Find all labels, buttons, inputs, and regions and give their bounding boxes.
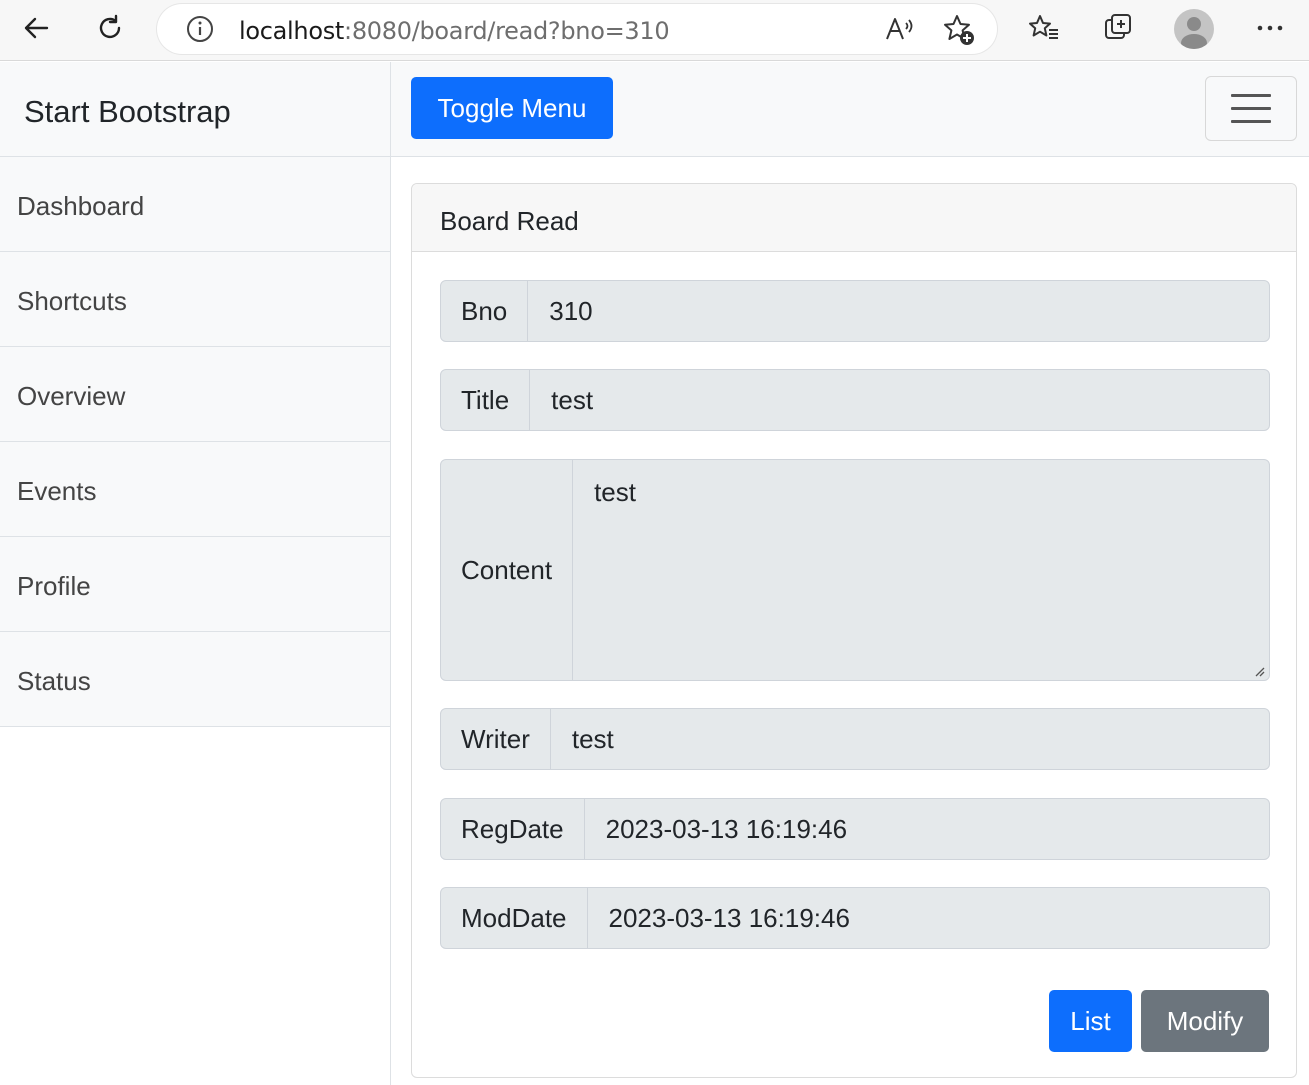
sidebar-item-events[interactable]: Events bbox=[0, 442, 390, 537]
hamburger-icon bbox=[1231, 94, 1271, 97]
favorites-button[interactable] bbox=[1024, 8, 1064, 48]
navbar-toggler-button[interactable] bbox=[1205, 76, 1297, 141]
collections-button[interactable] bbox=[1098, 8, 1138, 48]
content-text: test bbox=[594, 477, 636, 507]
profile-avatar[interactable] bbox=[1174, 9, 1214, 49]
content-label: Content bbox=[441, 460, 574, 680]
bno-group: Bno 310 bbox=[440, 280, 1270, 342]
back-arrow-icon bbox=[24, 17, 49, 39]
sidebar-item-status[interactable]: Status bbox=[0, 632, 390, 727]
title-field[interactable]: test bbox=[530, 370, 1269, 430]
modify-button[interactable]: Modify bbox=[1141, 990, 1269, 1052]
resize-handle-icon[interactable] bbox=[1253, 665, 1265, 677]
site-info-icon[interactable] bbox=[186, 15, 214, 43]
title-group: Title test bbox=[440, 369, 1270, 431]
more-button[interactable] bbox=[1250, 8, 1290, 48]
sidebar-item-dashboard[interactable]: Dashboard bbox=[0, 157, 390, 252]
card-header: Board Read bbox=[412, 184, 1296, 252]
top-navbar: Toggle Menu bbox=[391, 62, 1309, 157]
sidebar: Start Bootstrap Dashboard Shortcuts Over… bbox=[0, 62, 391, 1085]
writer-group: Writer test bbox=[440, 708, 1270, 770]
sidebar-item-shortcuts[interactable]: Shortcuts bbox=[0, 252, 390, 347]
collections-icon bbox=[1105, 14, 1131, 39]
content-group: Content test bbox=[440, 459, 1270, 681]
refresh-icon bbox=[99, 14, 121, 39]
user-icon bbox=[1181, 17, 1207, 49]
content-textarea[interactable]: test bbox=[573, 460, 1269, 680]
add-favorite-icon[interactable] bbox=[942, 13, 976, 47]
title-label: Title bbox=[441, 370, 531, 430]
writer-field[interactable]: test bbox=[551, 709, 1269, 769]
moddate-label: ModDate bbox=[441, 888, 588, 948]
browser-toolbar: localhost:8080/board/read?bno=310 bbox=[0, 0, 1309, 61]
moddate-field[interactable]: 2023-03-13 16:19:46 bbox=[588, 888, 1270, 948]
sidebar-heading: Start Bootstrap bbox=[0, 62, 390, 157]
regdate-label: RegDate bbox=[441, 799, 585, 859]
bno-field[interactable]: 310 bbox=[528, 281, 1269, 341]
board-read-card: Board Read Bno 310 Title test Content te… bbox=[411, 183, 1297, 1078]
address-bar[interactable]: localhost:8080/board/read?bno=310 bbox=[157, 4, 997, 54]
favorites-list-icon bbox=[1029, 15, 1058, 39]
regdate-group: RegDate 2023-03-13 16:19:46 bbox=[440, 798, 1270, 860]
sidebar-item-profile[interactable]: Profile bbox=[0, 537, 390, 632]
more-dots-icon bbox=[1257, 25, 1283, 31]
url-text[interactable]: localhost:8080/board/read?bno=310 bbox=[239, 17, 670, 45]
bno-label: Bno bbox=[441, 281, 529, 341]
toggle-menu-button[interactable]: Toggle Menu bbox=[411, 77, 613, 139]
back-button[interactable] bbox=[16, 8, 56, 48]
moddate-group: ModDate 2023-03-13 16:19:46 bbox=[440, 887, 1270, 949]
list-button[interactable]: List bbox=[1049, 990, 1132, 1052]
refresh-button[interactable] bbox=[90, 8, 130, 48]
sidebar-item-overview[interactable]: Overview bbox=[0, 347, 390, 442]
read-aloud-icon[interactable] bbox=[884, 15, 916, 43]
regdate-field[interactable]: 2023-03-13 16:19:46 bbox=[585, 799, 1269, 859]
writer-label: Writer bbox=[441, 709, 551, 769]
